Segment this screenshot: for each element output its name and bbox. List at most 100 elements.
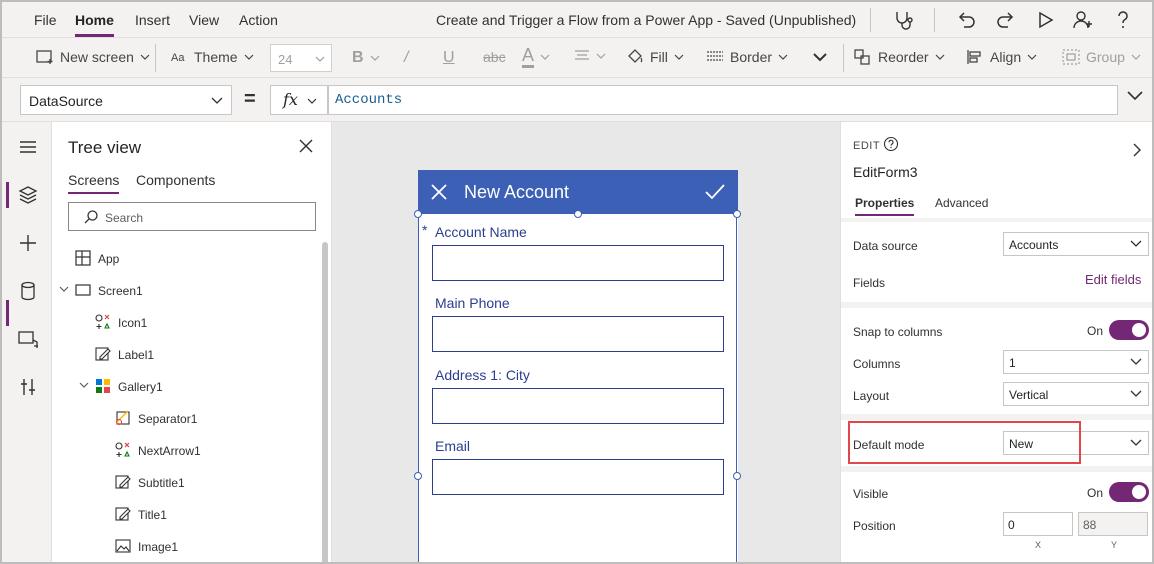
tab-screens[interactable]: Screens [68,172,120,194]
tree-item-gallery1[interactable]: Gallery1 [52,372,322,400]
formula-input[interactable]: Accounts [328,85,1118,115]
tab-components[interactable]: Components [136,172,215,188]
close-icon[interactable] [298,138,314,157]
group-icon [1062,49,1080,65]
design-canvas[interactable]: New Account * Account Name Main Phone Ad… [332,122,840,562]
undo-icon[interactable] [955,9,977,31]
display-section: Visible On Position 0 88 X Y [841,472,1152,562]
property-dropdown[interactable]: DataSource [20,85,232,115]
tree-search-input[interactable]: Search [68,202,316,231]
reorder-button[interactable]: Reorder [854,49,945,65]
tree-scrollbar[interactable] [322,242,328,562]
align-label: Align [990,49,1022,65]
layout-select[interactable]: Vertical [1003,382,1149,406]
email-input[interactable] [432,459,724,495]
chevron-down-icon[interactable] [58,283,70,295]
label-edit-icon [94,345,112,363]
new-screen-button[interactable]: New screen [36,49,150,65]
underline-icon[interactable]: U [443,49,455,67]
insert-plus-icon[interactable] [17,232,39,254]
app-icon [74,249,92,267]
layout-section: Snap to columns On Columns 1 Layout Vert… [841,308,1152,414]
columns-value: 1 [1009,356,1016,370]
data-cylinder-icon[interactable] [17,280,39,302]
y-axis-label: Y [1111,540,1118,550]
menu-file[interactable]: File [34,12,57,28]
columns-select[interactable]: 1 [1003,350,1149,374]
theme-button[interactable]: Aa Theme [170,49,254,65]
strikethrough-icon[interactable]: abc [483,49,506,65]
checkmark-icon[interactable] [704,182,726,205]
font-color-icon[interactable]: A [522,45,550,68]
layout-label: Layout [853,389,890,403]
tree-item-image1[interactable]: Image1 [52,532,322,560]
align-button[interactable]: Align [966,49,1037,65]
account-name-input[interactable] [432,245,724,281]
close-icon[interactable] [430,183,448,204]
main-phone-input[interactable] [432,316,724,352]
align-icon [967,50,981,64]
tab-properties[interactable]: Properties [855,196,915,216]
reorder-label: Reorder [878,49,929,65]
more-commands-chevron-icon[interactable] [812,50,828,64]
tree-item-app[interactable]: App [52,244,322,272]
redo-icon[interactable] [995,9,1017,31]
chevron-down-icon[interactable] [78,379,90,391]
chevron-right-icon[interactable] [1131,142,1143,161]
menu-home[interactable]: Home [75,12,114,37]
city-input[interactable] [432,388,724,424]
group-button[interactable]: Group [1062,49,1141,65]
fx-button[interactable]: fx [270,85,328,115]
bold-icon[interactable]: B [352,49,380,67]
position-x-input[interactable]: 0 [1003,512,1073,536]
advanced-tools-icon[interactable] [17,376,39,398]
label-edit-icon [114,473,132,491]
hamburger-menu-icon[interactable] [17,136,39,158]
stethoscope-icon[interactable] [892,9,914,31]
help-icon[interactable] [1112,9,1134,31]
menu-action[interactable]: Action [239,12,278,28]
help-circle-icon[interactable] [883,136,899,155]
resize-handle[interactable] [733,472,741,480]
selected-control-name: EditForm3 [853,164,918,180]
tree-item-label1[interactable]: Label1 [52,340,322,368]
menu-view[interactable]: View [189,12,219,28]
resize-handle[interactable] [414,210,422,218]
expand-formula-chevron-icon[interactable] [1126,90,1144,105]
data-source-select[interactable]: Accounts [1003,232,1149,256]
user-add-icon[interactable] [1072,9,1094,31]
tab-advanced[interactable]: Advanced [935,196,988,210]
position-label: Position [853,519,896,533]
resize-handle[interactable] [733,210,741,218]
fill-button[interactable]: Fill [626,49,684,65]
tree-item-title1[interactable]: Title1 [52,500,322,528]
border-button[interactable]: Border [706,49,788,65]
menu-insert[interactable]: Insert [135,12,170,28]
tree-item-nextarrow1[interactable]: NextArrow1 [52,436,322,464]
tree-item-separator1[interactable]: Separator1 [52,404,322,432]
media-icon[interactable] [17,328,39,350]
layers-icon[interactable] [17,184,39,206]
resize-handle[interactable] [574,210,582,218]
chevron-down-icon [1130,390,1142,397]
edit-fields-link[interactable]: Edit fields [1085,272,1141,287]
tree-item-icon1[interactable]: Icon1 [52,308,322,336]
tree-item-screen1[interactable]: Screen1 [52,276,322,304]
play-icon[interactable] [1034,9,1056,31]
visible-toggle[interactable] [1109,482,1149,502]
italic-icon[interactable]: / [404,49,408,67]
image-icon [114,537,132,555]
tree-item-label: Image1 [138,540,179,554]
data-source-label: Data source [853,239,918,253]
menu-bar: File Home Insert View Action Create and … [2,2,1152,38]
data-source-value: Accounts [1009,238,1059,252]
resize-handle[interactable] [414,472,422,480]
chevron-down-icon [211,97,223,104]
tree-item-subtitle1[interactable]: Subtitle1 [52,468,322,496]
power-apps-studio-window: File Home Insert View Action Create and … [0,0,1154,564]
snap-to-columns-toggle[interactable] [1109,320,1149,340]
position-y-input[interactable]: 88 [1078,512,1148,536]
font-size-select[interactable]: 24 [270,44,332,72]
tree-view-panel: Tree view Screens Components Search App … [52,122,332,562]
text-align-icon[interactable] [574,49,606,63]
